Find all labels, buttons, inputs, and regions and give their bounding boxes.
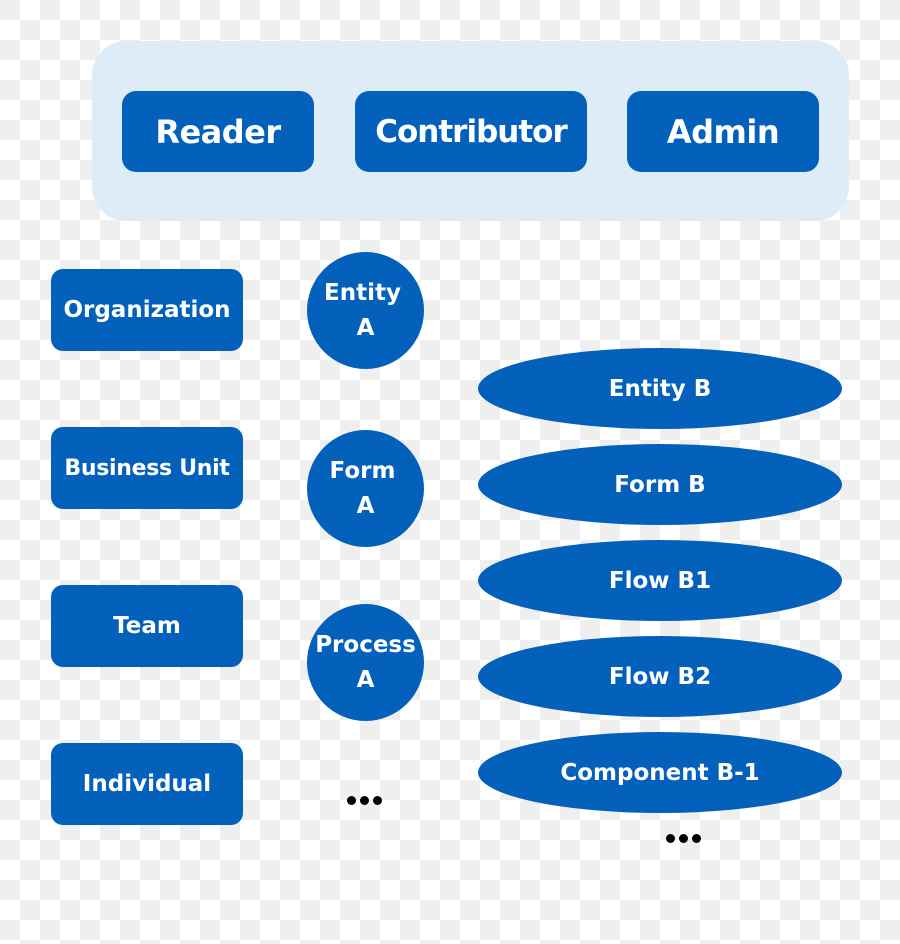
ellipsis-dot xyxy=(373,796,382,805)
level-team[interactable]: Team xyxy=(51,585,243,667)
resource-entity-b[interactable]: Entity B xyxy=(478,348,842,429)
resource-process-a[interactable]: Process A xyxy=(307,604,424,721)
resource-flow-b1[interactable]: Flow B1 xyxy=(478,540,842,621)
resource-label-line1: Form xyxy=(329,457,396,484)
ellipsis-dot xyxy=(692,834,701,843)
resource-entity-a[interactable]: Entity A xyxy=(307,252,424,369)
resource-form-a[interactable]: Form A xyxy=(307,430,424,547)
ellipsis-dot xyxy=(666,834,675,843)
resource-label-line1: Process xyxy=(315,631,416,658)
ellipsis-dot xyxy=(679,834,688,843)
role-admin[interactable]: Admin xyxy=(627,91,819,172)
level-organization[interactable]: Organization xyxy=(51,269,243,351)
ellipsis-icon xyxy=(666,834,701,843)
resource-label-line2: A xyxy=(356,666,375,693)
resource-form-b[interactable]: Form B xyxy=(478,444,842,525)
resource-label-line1: Entity xyxy=(324,279,401,306)
resource-component-b-1[interactable]: Component B-1 xyxy=(478,732,842,813)
level-business-unit[interactable]: Business Unit xyxy=(51,427,243,509)
ellipsis-dot xyxy=(347,796,356,805)
resource-label-line2: A xyxy=(356,492,375,519)
role-contributor[interactable]: Contributor xyxy=(355,91,587,172)
resource-label-line2: A xyxy=(356,314,375,341)
ellipsis-dot xyxy=(360,796,369,805)
level-individual[interactable]: Individual xyxy=(51,743,243,825)
ellipsis-icon xyxy=(347,796,382,805)
resource-flow-b2[interactable]: Flow B2 xyxy=(478,636,842,717)
role-reader[interactable]: Reader xyxy=(122,91,314,172)
